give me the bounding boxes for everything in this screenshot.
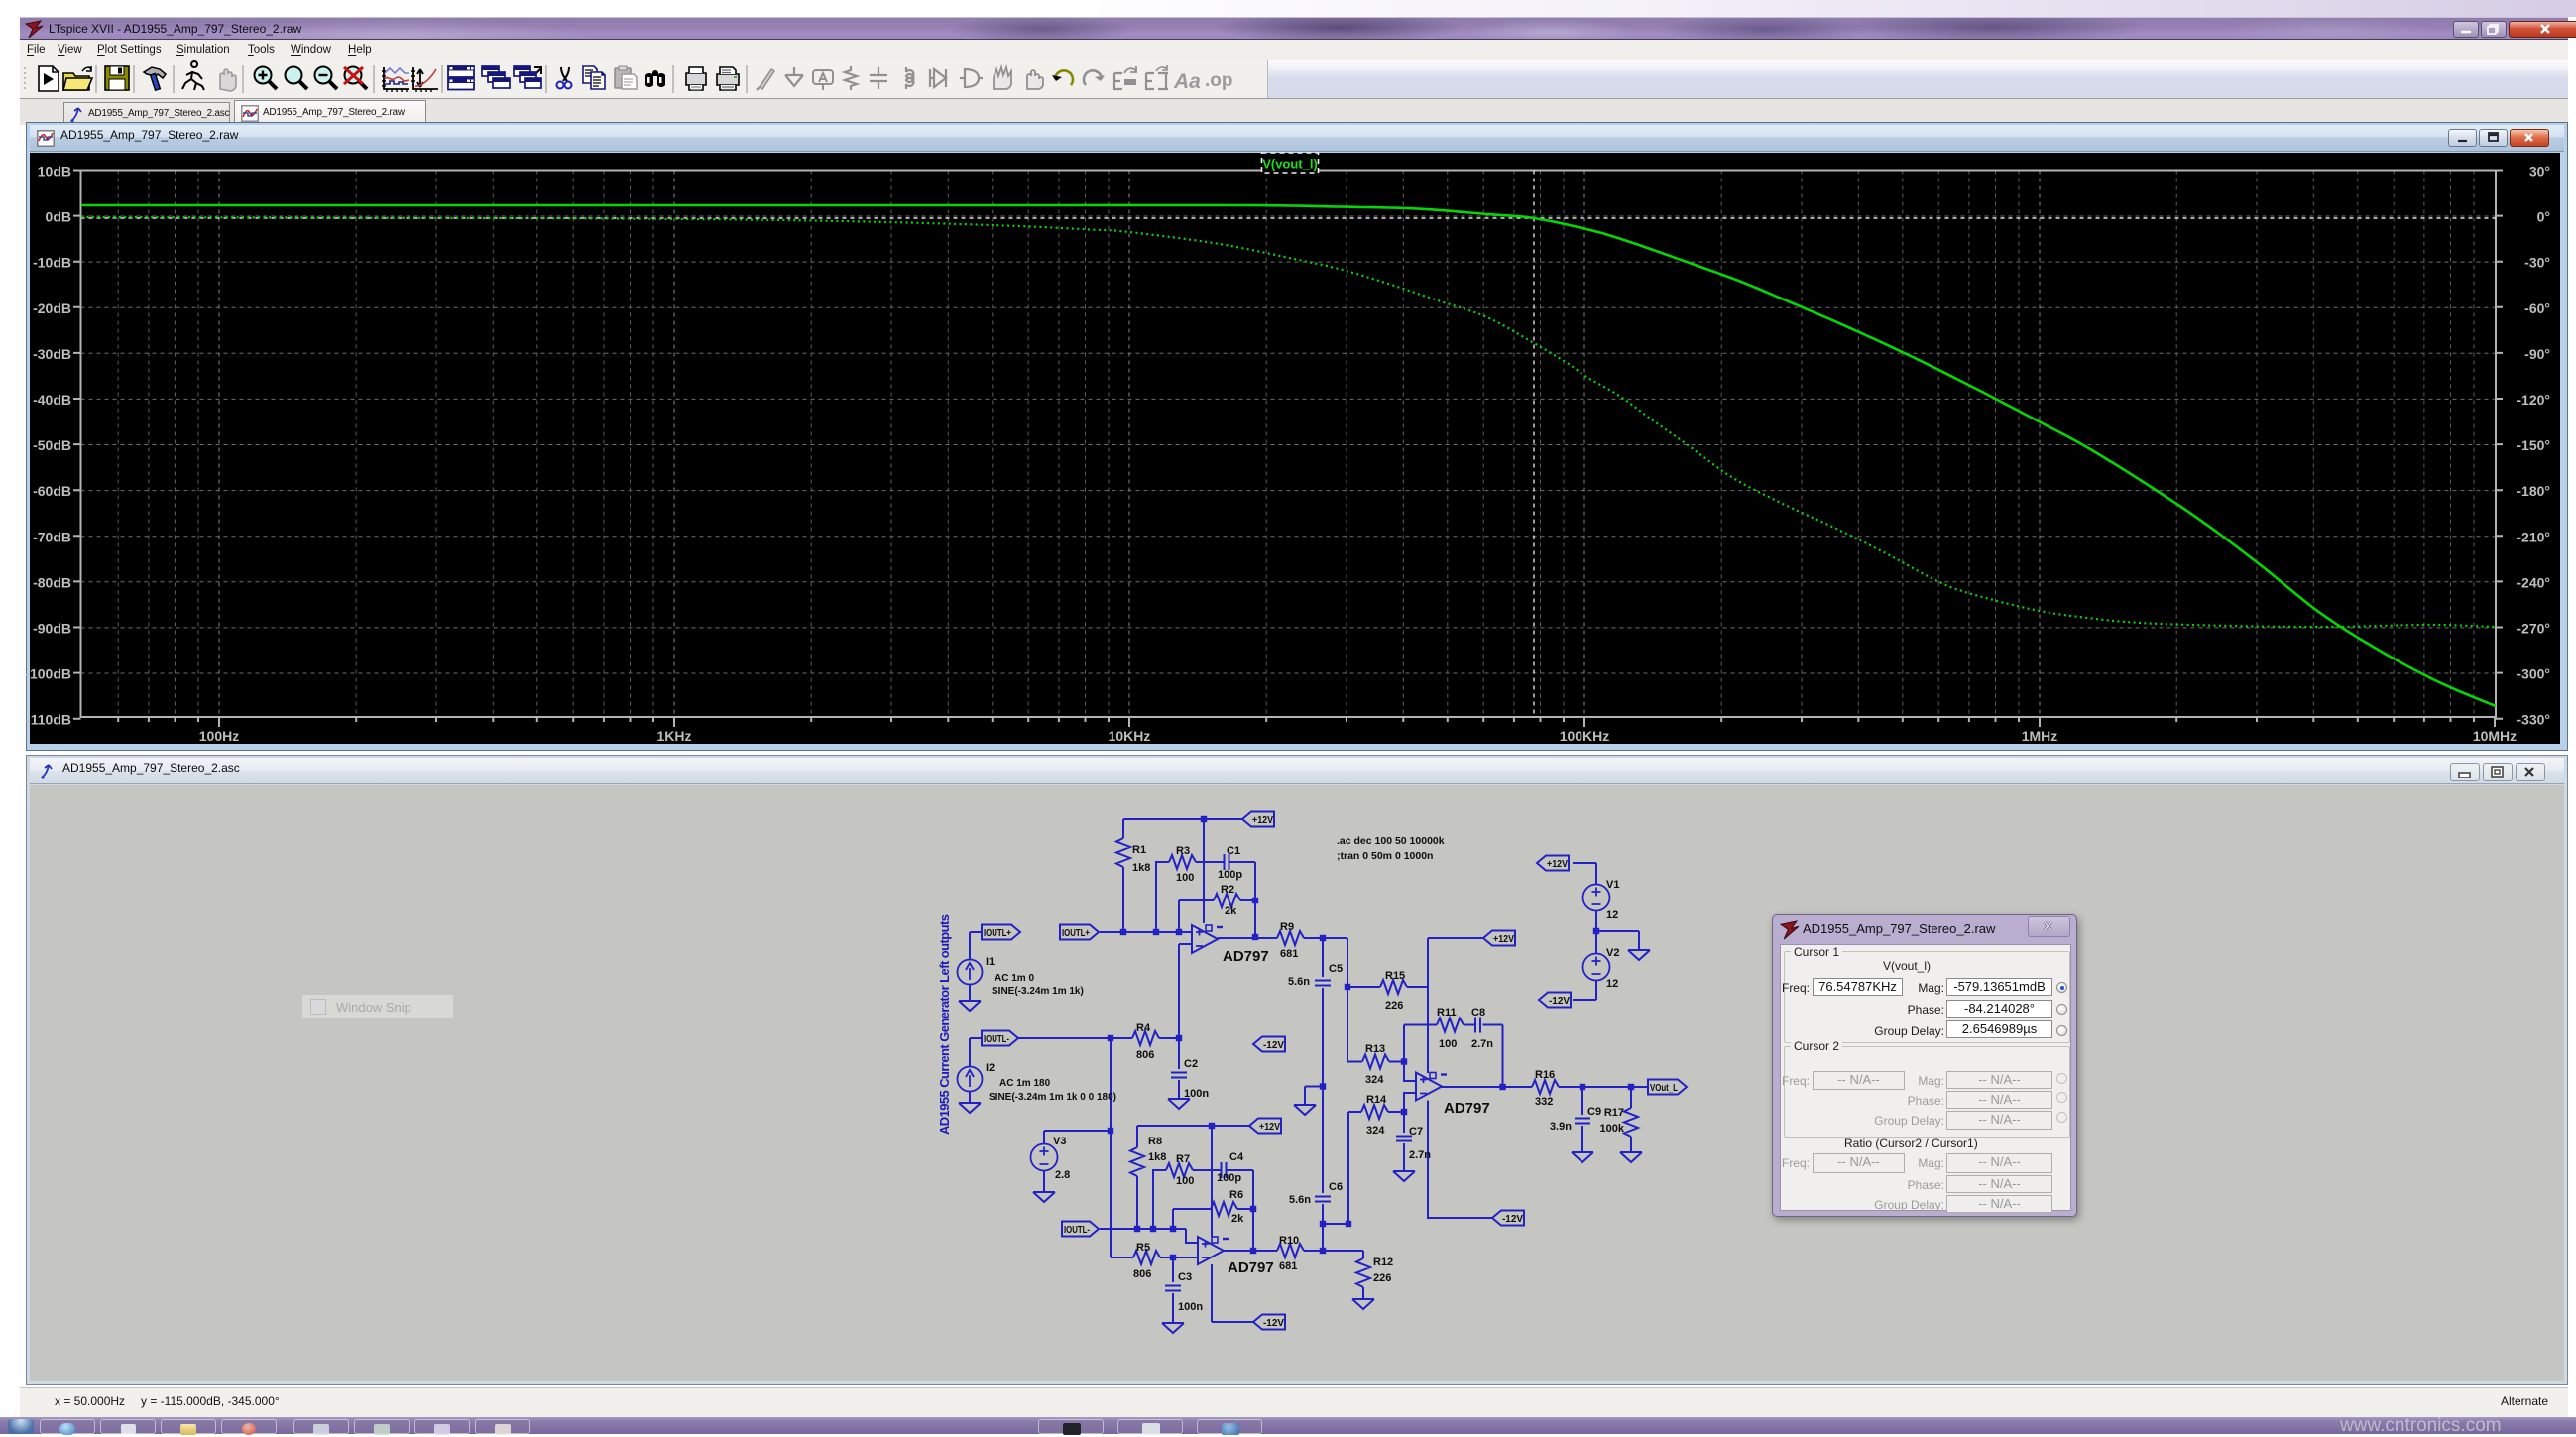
svg-text:3.9n: 3.9n (1550, 1121, 1572, 1133)
svg-text:R6: R6 (1229, 1189, 1243, 1201)
svg-text:C7: C7 (1409, 1126, 1423, 1138)
svg-text:C5: C5 (1329, 963, 1343, 975)
svg-text:VOut_L: VOut_L (1650, 1083, 1678, 1094)
svg-text:324: 324 (1366, 1125, 1385, 1137)
svg-text:IOUTL-: IOUTL- (1064, 1225, 1090, 1236)
svg-text:R16: R16 (1535, 1069, 1555, 1081)
svg-text:I1: I1 (986, 956, 995, 968)
svg-text:-12V: -12V (1549, 996, 1570, 1007)
svg-text:IOUTL+: IOUTL+ (984, 928, 1011, 939)
svg-text:.ac dec 100 50 10000k: .ac dec 100 50 10000k (1337, 835, 1445, 847)
svg-text:R13: R13 (1365, 1043, 1385, 1055)
svg-text:R3: R3 (1176, 845, 1190, 857)
svg-text:AC 1m 0: AC 1m 0 (995, 973, 1034, 984)
svg-text:100: 100 (1439, 1038, 1457, 1050)
svg-text:R1: R1 (1132, 844, 1146, 856)
svg-text:IOUTL-: IOUTL- (984, 1034, 1009, 1045)
svg-text:I2: I2 (986, 1062, 995, 1074)
svg-text:R10: R10 (1279, 1235, 1299, 1247)
svg-text:2k: 2k (1231, 1213, 1244, 1225)
svg-text:V2: V2 (1606, 947, 1619, 959)
svg-text:R8: R8 (1148, 1136, 1162, 1147)
svg-text:R9: R9 (1280, 921, 1294, 933)
svg-text:AC 1m 180: AC 1m 180 (999, 1078, 1051, 1089)
svg-text:+12V: +12V (1259, 1122, 1280, 1133)
svg-text:R15: R15 (1385, 970, 1405, 982)
svg-text:R7: R7 (1176, 1153, 1190, 1165)
svg-text:681: 681 (1279, 1260, 1297, 1272)
svg-text:1k8: 1k8 (1132, 862, 1150, 874)
svg-text:12: 12 (1606, 909, 1618, 921)
svg-text:+12V: +12V (1547, 859, 1568, 870)
svg-text:R12: R12 (1373, 1257, 1393, 1268)
svg-text:2k: 2k (1225, 905, 1237, 917)
svg-text:5.6n: 5.6n (1289, 1194, 1311, 1206)
svg-text:AD797: AD797 (1444, 1100, 1490, 1117)
svg-text:R2: R2 (1221, 884, 1234, 896)
svg-text:2.7n: 2.7n (1409, 1149, 1431, 1161)
svg-text:681: 681 (1280, 948, 1298, 960)
svg-text:324: 324 (1365, 1074, 1384, 1086)
svg-text:100n: 100n (1184, 1088, 1209, 1100)
svg-text:V3: V3 (1053, 1136, 1066, 1147)
svg-text:100: 100 (1176, 872, 1194, 884)
svg-text:2.8: 2.8 (1055, 1169, 1070, 1181)
svg-text:R4: R4 (1136, 1022, 1151, 1034)
svg-text:1k8: 1k8 (1148, 1151, 1166, 1163)
svg-text:-12V: -12V (1263, 1040, 1284, 1051)
svg-text:R14: R14 (1366, 1094, 1387, 1106)
svg-text:C1: C1 (1227, 845, 1240, 857)
svg-text:12: 12 (1606, 978, 1618, 990)
svg-text:AD1955 Current Generator Left: AD1955 Current Generator Left outputs (937, 914, 952, 1135)
svg-text:C4: C4 (1229, 1151, 1244, 1163)
svg-text:+12V: +12V (1493, 934, 1514, 945)
svg-text:2.7n: 2.7n (1471, 1038, 1493, 1050)
svg-text:+12V: +12V (1252, 815, 1273, 826)
svg-text:-12V: -12V (1263, 1318, 1284, 1329)
svg-text:SINE(-3.24m 1m 1k): SINE(-3.24m 1m 1k) (992, 986, 1084, 997)
svg-text:332: 332 (1535, 1096, 1553, 1108)
svg-text:100k: 100k (1600, 1123, 1625, 1135)
svg-text:R5: R5 (1136, 1242, 1150, 1254)
svg-text:226: 226 (1373, 1272, 1391, 1284)
svg-text:5.6n: 5.6n (1288, 976, 1310, 988)
svg-text:C6: C6 (1329, 1181, 1343, 1193)
svg-text:;tran 0 50m 0 1000n: ;tran 0 50m 0 1000n (1337, 850, 1433, 862)
svg-text:C8: C8 (1471, 1007, 1485, 1018)
svg-text:SINE(-3.24m 1m 1k 0 0 180): SINE(-3.24m 1m 1k 0 0 180) (989, 1092, 1116, 1103)
svg-text:-12V: -12V (1502, 1214, 1523, 1225)
svg-text:806: 806 (1133, 1268, 1151, 1280)
svg-text:C3: C3 (1178, 1271, 1192, 1283)
svg-text:100: 100 (1176, 1175, 1194, 1187)
svg-text:AD797: AD797 (1228, 1259, 1274, 1276)
svg-text:IOUTL+: IOUTL+ (1062, 928, 1090, 939)
svg-text:R11: R11 (1437, 1007, 1457, 1018)
svg-text:V1: V1 (1606, 879, 1619, 891)
svg-text:100n: 100n (1178, 1301, 1203, 1313)
svg-text:C2: C2 (1184, 1058, 1198, 1070)
svg-text:100p: 100p (1218, 869, 1242, 881)
svg-text:AD797: AD797 (1223, 948, 1269, 965)
svg-text:100p: 100p (1217, 1172, 1241, 1184)
svg-text:806: 806 (1136, 1049, 1154, 1061)
svg-text:226: 226 (1385, 1000, 1403, 1012)
svg-text:C9: C9 (1587, 1106, 1601, 1118)
svg-text:R17: R17 (1604, 1107, 1624, 1119)
